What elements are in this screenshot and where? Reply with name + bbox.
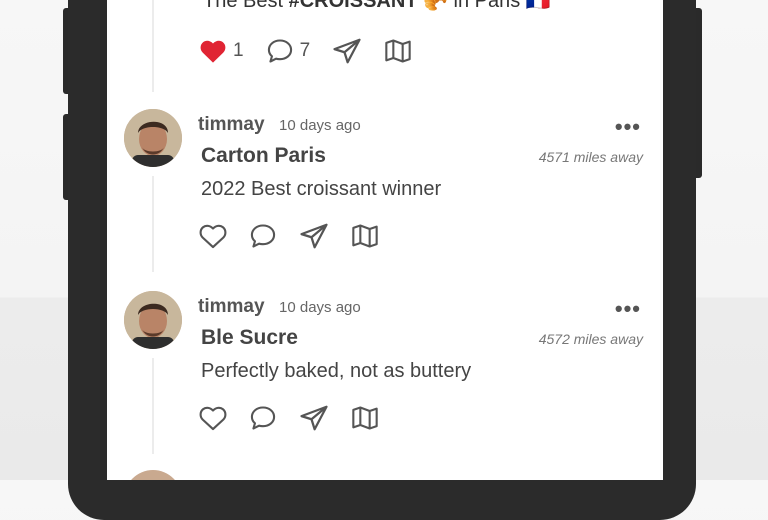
map-button[interactable] xyxy=(351,405,379,431)
post-actions: 1 7 xyxy=(199,37,434,65)
comment-text: 2022 Best croissant winner xyxy=(201,178,442,200)
comment-count: 7 xyxy=(299,40,311,61)
avatar[interactable] xyxy=(124,109,182,167)
place-name-link[interactable]: Ble Sucre xyxy=(201,326,298,350)
like-button[interactable] xyxy=(199,223,227,249)
user-avatar-image xyxy=(124,291,182,349)
france-flag-emoji: 🇫🇷 xyxy=(525,0,551,12)
app-screen: The Best #CROISSANT 🥐 in Paris 🇫🇷 1 7 ti… xyxy=(107,0,663,480)
comment-actions xyxy=(199,222,401,250)
heart-icon xyxy=(199,406,227,431)
map-icon xyxy=(385,39,411,63)
send-icon xyxy=(300,405,328,431)
map-icon xyxy=(352,406,378,430)
like-count: 1 xyxy=(233,40,244,61)
distance-label: 4571 miles away xyxy=(538,149,643,165)
distance-label: 4572 miles away xyxy=(538,331,643,347)
map-icon xyxy=(352,224,378,248)
more-options-button[interactable]: ••• xyxy=(615,296,641,322)
username-link[interactable]: timmay xyxy=(198,114,265,136)
heart-icon xyxy=(199,224,227,249)
comment-bubble-icon xyxy=(267,39,292,63)
comment-actions xyxy=(199,404,401,432)
map-button[interactable] xyxy=(384,38,412,64)
croissant-emoji: 🥐 xyxy=(423,0,448,12)
post-card: The Best #CROISSANT 🥐 in Paris 🇫🇷 1 7 xyxy=(107,0,663,90)
power-button xyxy=(696,8,702,178)
comment-bubble-icon xyxy=(250,406,276,430)
avatar[interactable] xyxy=(124,470,182,480)
send-icon xyxy=(333,38,361,64)
comment-bubble-icon xyxy=(250,224,276,248)
timestamp: 10 days ago xyxy=(279,117,361,134)
more-options-button[interactable]: ••• xyxy=(615,114,641,140)
comment-button[interactable]: 7 xyxy=(266,38,311,64)
share-button[interactable] xyxy=(299,404,329,432)
comment-card: timmay 10 days ago ••• Carton Paris 4571… xyxy=(107,96,663,278)
post-text-suffix: in Paris xyxy=(447,0,526,12)
avatar[interactable] xyxy=(124,291,182,349)
map-button[interactable] xyxy=(351,223,379,249)
like-button[interactable]: 1 xyxy=(199,38,244,64)
comment-card: timmay 10 days ago ••• Ble Sucre 4572 mi… xyxy=(107,278,663,460)
comment-button[interactable] xyxy=(249,405,277,431)
comment-button[interactable] xyxy=(249,223,277,249)
comment-text: Perfectly baked, not as buttery xyxy=(201,360,472,382)
user-avatar-image xyxy=(124,109,182,167)
hashtag-link[interactable]: #CROISSANT xyxy=(289,0,418,12)
share-button[interactable] xyxy=(332,37,362,65)
like-button[interactable] xyxy=(199,405,227,431)
post-text-prefix: The Best xyxy=(203,0,289,12)
post-text: The Best #CROISSANT 🥐 in Paris 🇫🇷 xyxy=(203,0,551,13)
share-button[interactable] xyxy=(299,222,329,250)
username-link[interactable]: timmay xyxy=(198,296,265,318)
heart-icon xyxy=(200,40,226,63)
timestamp: 10 days ago xyxy=(279,299,361,316)
place-name-link[interactable]: Carton Paris xyxy=(201,144,326,168)
send-icon xyxy=(300,223,328,249)
